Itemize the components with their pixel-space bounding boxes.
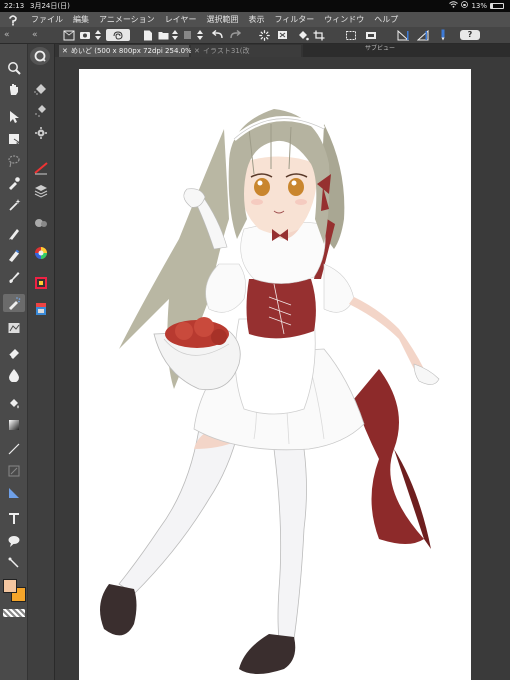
close-tab-icon[interactable]: ✕: [194, 45, 200, 57]
menu-animation[interactable]: アニメーション: [94, 12, 160, 27]
open-folder-icon[interactable]: [157, 29, 169, 41]
canvas-area[interactable]: [55, 57, 510, 680]
lasso-tool-icon[interactable]: [3, 152, 25, 170]
fill-tool-icon[interactable]: [3, 394, 25, 412]
illustration-image: [100, 109, 440, 674]
frame-tool-icon[interactable]: [3, 462, 25, 480]
quick-access-icon[interactable]: [30, 47, 50, 65]
menu-file[interactable]: ファイル: [26, 12, 68, 27]
subtool-paint-icon[interactable]: [30, 80, 52, 98]
transparent-color-swatch[interactable]: [3, 609, 25, 617]
line-tool-icon[interactable]: [3, 440, 25, 458]
collapse-left-icon[interactable]: «: [4, 29, 10, 41]
app-logo-icon[interactable]: [0, 12, 26, 27]
move-tool-icon[interactable]: [3, 108, 25, 126]
color-wheel-icon[interactable]: [30, 244, 52, 262]
status-bar: 22:13 3月24日(日) 13%: [0, 0, 510, 12]
stop-icon[interactable]: [182, 29, 192, 41]
subview-panel-header: サブビュー: [303, 44, 510, 57]
subtool-gear-icon[interactable]: [30, 124, 52, 142]
tab-label: めいど (500 x 800px 72dpi 254.0%): [71, 47, 195, 55]
subtool-fill-icon[interactable]: [30, 102, 52, 120]
swirl-icon[interactable]: [106, 29, 130, 41]
stepper3-icon[interactable]: [195, 29, 205, 41]
document-icon[interactable]: [142, 29, 154, 41]
subtool-palette: [28, 44, 55, 680]
menu-filter[interactable]: フィルター: [269, 12, 319, 27]
text-tool-icon[interactable]: [3, 509, 25, 527]
color-history-icon[interactable]: [30, 300, 52, 318]
close-tab-icon[interactable]: ✕: [62, 45, 68, 57]
stepper-icon[interactable]: [93, 29, 103, 41]
main-color-swatch[interactable]: [3, 579, 17, 593]
pencil-tool-icon[interactable]: [3, 246, 25, 264]
tab-document-active[interactable]: ✕ めいど (500 x 800px 72dpi 254.0%): [59, 45, 194, 57]
drawing-canvas[interactable]: [79, 69, 471, 680]
ruler-icon[interactable]: [396, 29, 410, 41]
menu-help[interactable]: ヘルプ: [369, 12, 403, 27]
help-button[interactable]: ?: [460, 30, 480, 40]
airbrush-tool-icon[interactable]: [3, 294, 25, 312]
wifi-icon: [449, 0, 459, 12]
menu-edit[interactable]: 編集: [68, 12, 94, 27]
gradient-tool-icon[interactable]: [3, 416, 25, 434]
decoration-tool-icon[interactable]: [3, 319, 25, 337]
new-canvas-icon[interactable]: [62, 29, 76, 41]
hand-tool-icon[interactable]: [3, 80, 25, 98]
command-bar: « « ?: [0, 27, 510, 44]
menu-window[interactable]: ウィンドウ: [319, 12, 369, 27]
stepper2-icon[interactable]: [170, 29, 180, 41]
menu-selection[interactable]: 選択範囲: [201, 12, 243, 27]
menu-layer[interactable]: レイヤー: [160, 12, 202, 27]
magic-wand-tool-icon[interactable]: [3, 196, 25, 214]
subview-label: サブビュー: [365, 45, 396, 52]
eraser-tool-icon[interactable]: [3, 344, 25, 362]
undo-icon[interactable]: [211, 29, 225, 41]
eyedropper-tool-icon[interactable]: [3, 174, 25, 192]
zoom-tool-icon[interactable]: [3, 59, 25, 77]
menu-bar: ファイル 編集 アニメーション レイヤー 選択範囲 表示 フィルター ウィンドウ…: [0, 12, 510, 27]
menu-view[interactable]: 表示: [243, 12, 269, 27]
status-right: 13%: [449, 0, 504, 12]
tab-document-inactive[interactable]: ✕ イラスト31(改: [191, 45, 301, 57]
blend-tool-icon[interactable]: [3, 366, 25, 384]
balloon-tool-icon[interactable]: [3, 532, 25, 550]
color-set-icon[interactable]: [30, 274, 52, 292]
battery-percent: 13%: [471, 2, 487, 10]
status-date: 3月24日(日): [30, 2, 70, 10]
loading-icon[interactable]: [258, 29, 270, 41]
correction-tool-icon[interactable]: [3, 554, 25, 572]
tab-label: イラスト31(改: [203, 47, 250, 55]
battery-icon: [490, 3, 504, 9]
selection-icon[interactable]: [364, 29, 378, 41]
collapse-left2-icon[interactable]: «: [32, 29, 38, 41]
fill-icon[interactable]: [296, 29, 310, 41]
ruler-tool-icon[interactable]: [3, 484, 25, 502]
object-tool-icon[interactable]: [3, 130, 25, 148]
tool-property-icon[interactable]: [30, 214, 52, 232]
app-window: 22:13 3月24日(日) 13% ファイル 編集 アニメーション レイヤー …: [0, 0, 510, 680]
brush-size-icon[interactable]: [30, 159, 52, 177]
status-time: 22:13: [4, 2, 25, 10]
layer-stack-icon[interactable]: [30, 182, 52, 200]
color-swatches: [2, 578, 28, 606]
pen-icon[interactable]: [436, 29, 450, 41]
transform-icon[interactable]: [344, 29, 358, 41]
document-tabs: ✕ めいど (500 x 800px 72dpi 254.0%) ✕ イラスト3…: [55, 44, 510, 57]
crop-icon[interactable]: [312, 29, 326, 41]
tool-palette: [0, 44, 28, 680]
clear-icon[interactable]: [276, 29, 288, 41]
redo-icon[interactable]: [228, 29, 242, 41]
brush-tool-icon[interactable]: [3, 268, 25, 286]
pen-tool-icon[interactable]: [3, 224, 25, 242]
camera-icon[interactable]: [78, 29, 92, 41]
orientation-lock-icon: [461, 0, 469, 12]
pen-pressure-icon[interactable]: [416, 29, 430, 41]
